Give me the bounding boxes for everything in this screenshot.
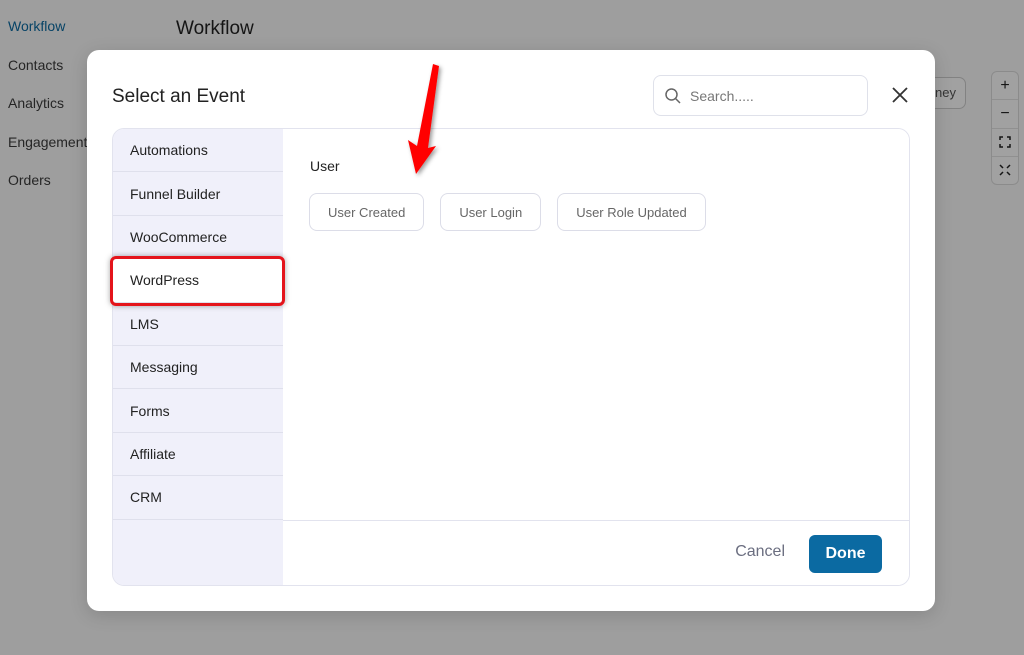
category-crm[interactable]: CRM xyxy=(113,476,283,520)
category-forms[interactable]: Forms xyxy=(113,389,283,433)
category-woocommerce[interactable]: WooCommerce xyxy=(113,216,283,260)
modal-title: Select an Event xyxy=(112,86,246,107)
select-event-modal: Select an Event Automations Funnel Build… xyxy=(87,50,935,611)
category-messaging[interactable]: Messaging xyxy=(113,346,283,390)
category-automations[interactable]: Automations xyxy=(113,129,283,173)
category-wordpress[interactable]: WordPress xyxy=(113,259,283,303)
category-affiliate[interactable]: Affiliate xyxy=(113,433,283,477)
modal-footer: Cancel Done xyxy=(283,520,909,585)
event-user-login[interactable]: User Login xyxy=(440,193,542,231)
event-panel: Automations Funnel Builder WooCommerce W… xyxy=(112,128,910,586)
event-content: User User Created User Login User Role U… xyxy=(283,129,909,520)
event-user-created[interactable]: User Created xyxy=(309,193,425,231)
close-icon[interactable] xyxy=(888,83,912,107)
done-button[interactable]: Done xyxy=(809,535,882,573)
category-list: Automations Funnel Builder WooCommerce W… xyxy=(113,129,283,585)
category-funnel-builder[interactable]: Funnel Builder xyxy=(113,172,283,216)
search-box[interactable] xyxy=(653,75,868,116)
event-options: User Created User Login User Role Update… xyxy=(309,193,706,231)
search-input[interactable] xyxy=(690,87,860,104)
category-lms[interactable]: LMS xyxy=(113,303,283,346)
event-user-role-updated[interactable]: User Role Updated xyxy=(557,193,706,231)
search-icon xyxy=(665,87,681,104)
cancel-button[interactable]: Cancel xyxy=(735,543,785,561)
event-group-label: User xyxy=(310,158,340,174)
